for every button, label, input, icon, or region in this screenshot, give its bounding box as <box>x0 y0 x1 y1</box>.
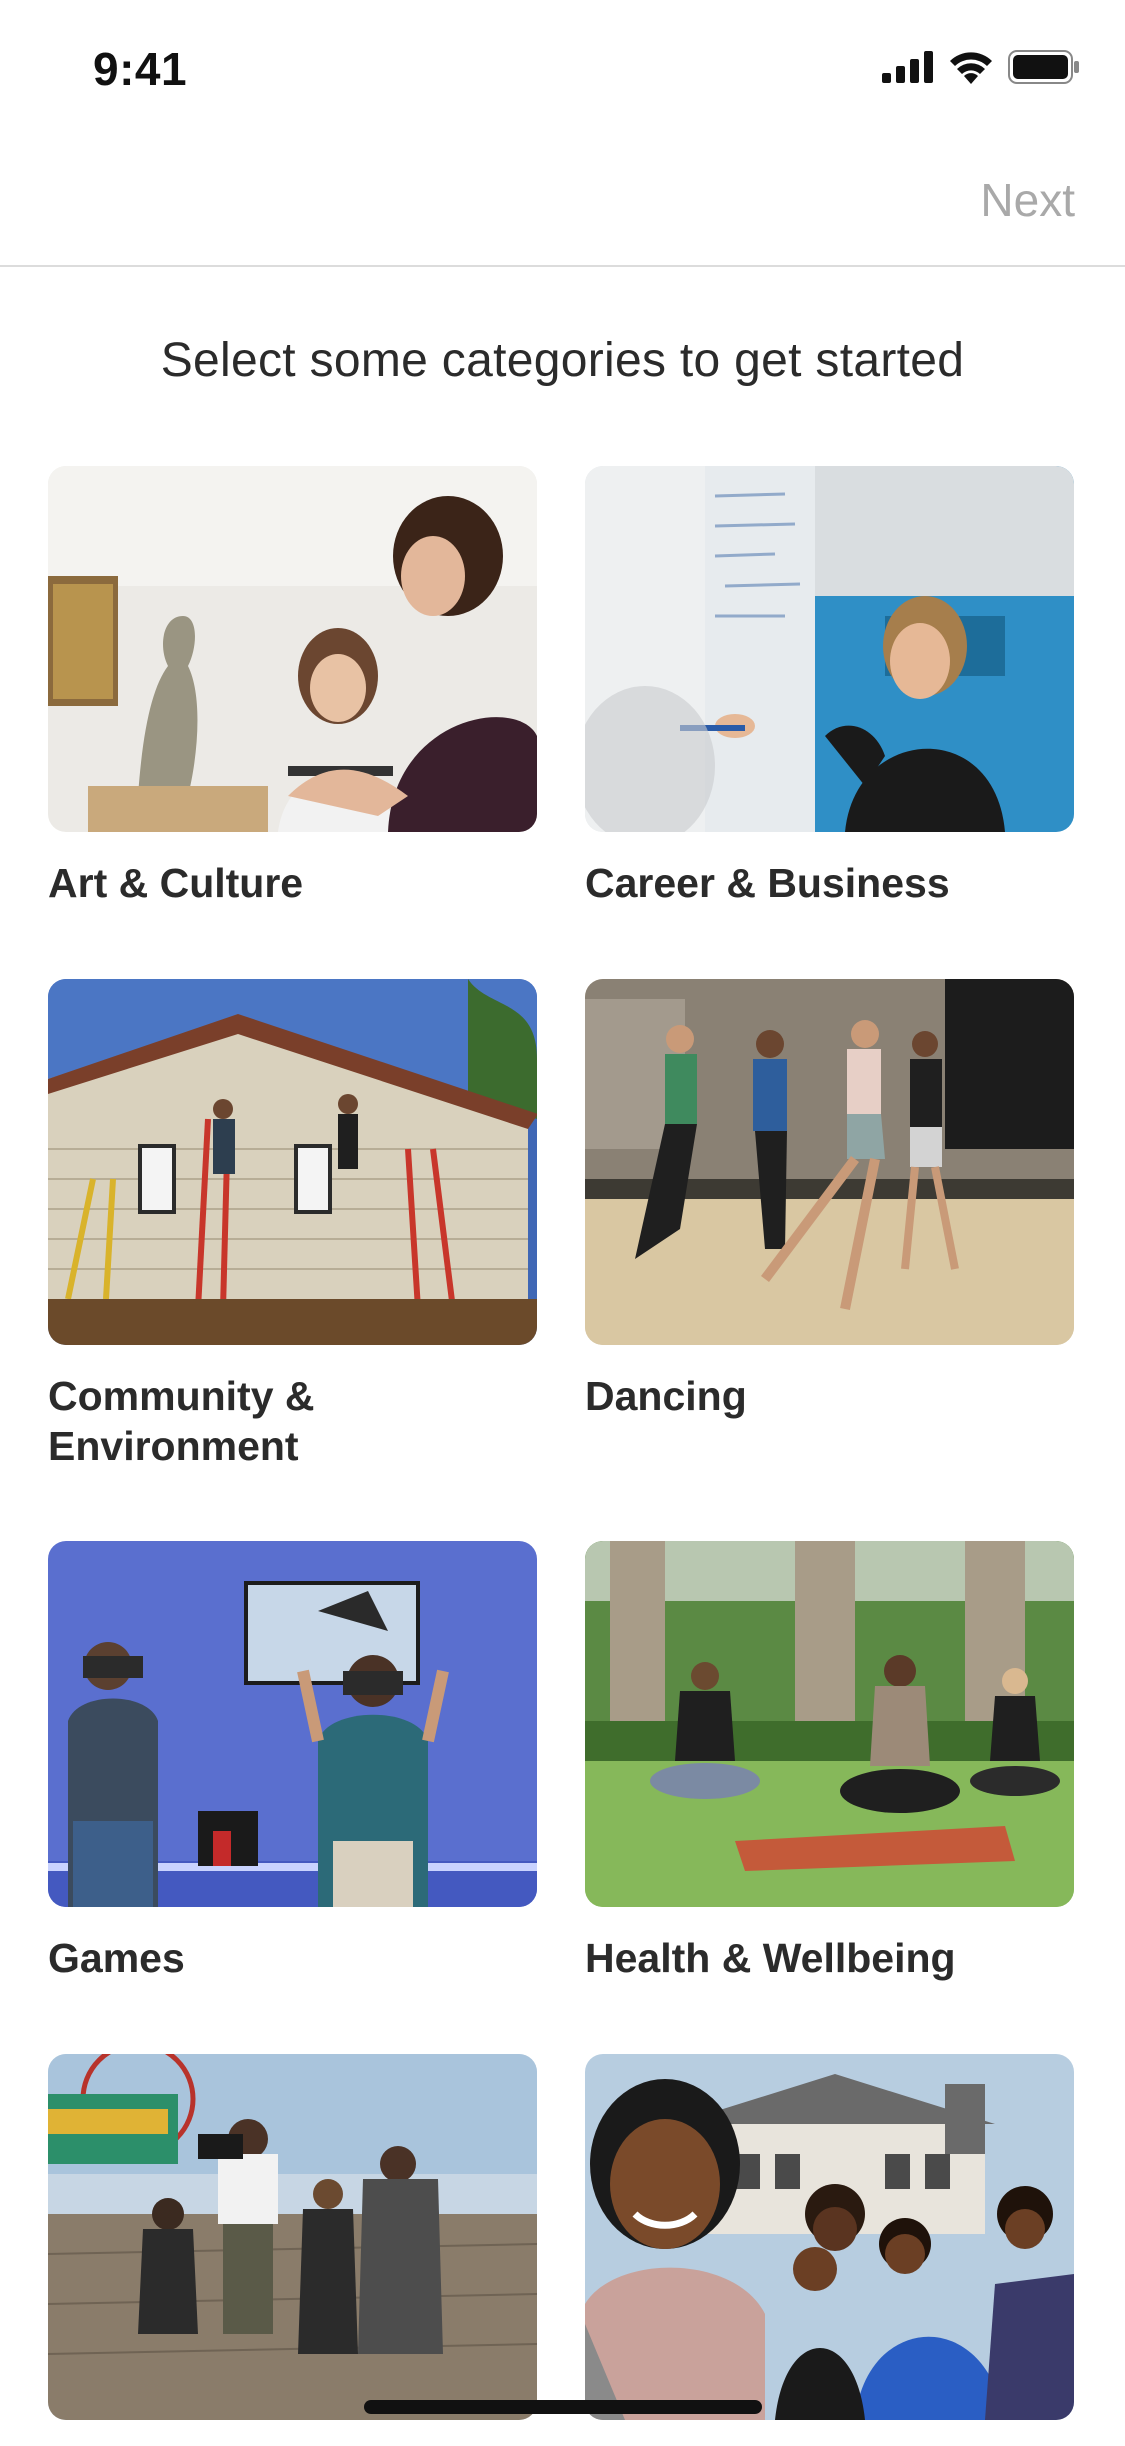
category-label: Health & Wellbeing <box>585 1935 956 1981</box>
next-button[interactable]: Next <box>980 173 1075 227</box>
category-label: Games <box>48 1935 185 1981</box>
page-title: Select some categories to get started <box>160 334 965 387</box>
home-indicator <box>364 2400 762 2414</box>
status-time: 9:41 <box>93 43 188 95</box>
category-card-career-business[interactable]: Career & Business <box>585 466 1074 908</box>
category-image <box>48 1541 537 1907</box>
category-label: Career & Business <box>585 860 950 906</box>
category-card-games[interactable]: Games <box>48 1541 537 1983</box>
signal-icon <box>882 51 933 83</box>
category-label: Community & Environment <box>48 1373 315 1469</box>
category-image <box>585 1541 1074 1907</box>
category-image <box>585 2054 1074 2420</box>
category-image <box>48 466 537 832</box>
category-image <box>48 979 537 1345</box>
category-image <box>585 979 1074 1345</box>
category-card-community-environment[interactable]: Community & Environment <box>48 979 537 1471</box>
battery-icon <box>1008 50 1079 84</box>
wifi-icon <box>950 52 992 84</box>
category-label: Art & Culture <box>48 860 304 906</box>
category-card-art-culture[interactable]: Art & Culture <box>48 466 537 908</box>
category-image <box>48 2054 537 2420</box>
category-card-identity-language[interactable] <box>585 2054 1074 2446</box>
category-card-photography[interactable] <box>48 2054 537 2446</box>
nav-bar: Next <box>0 135 1125 267</box>
category-card-health-wellbeing[interactable]: Health & Wellbeing <box>585 1541 1074 1983</box>
category-label: Dancing <box>585 1373 747 1419</box>
category-card-dancing[interactable]: Dancing <box>585 979 1074 1421</box>
status-icons <box>882 50 1080 84</box>
status-bar: 9:41 <box>0 0 1125 135</box>
category-image <box>585 466 1074 832</box>
